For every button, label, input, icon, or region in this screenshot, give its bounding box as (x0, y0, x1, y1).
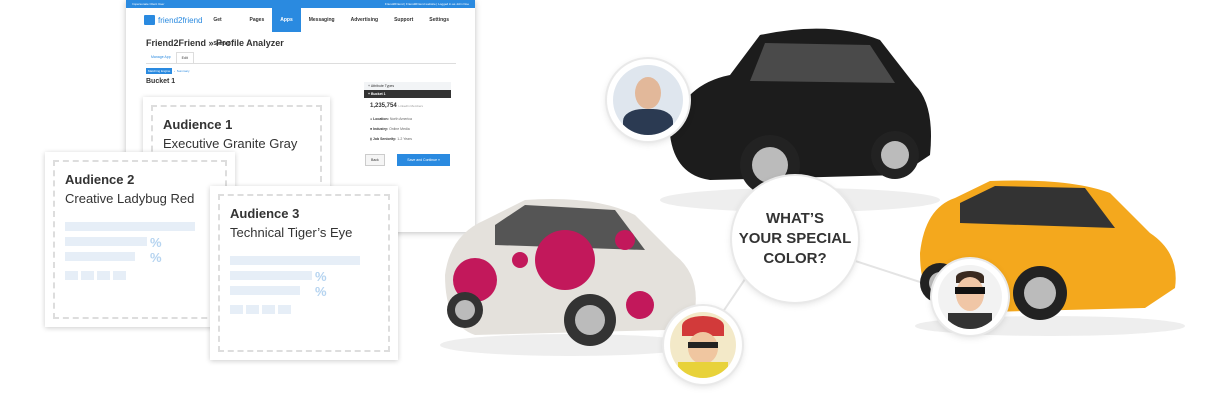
headline-line: WHAT’S (765, 210, 825, 227)
percent-label: % (315, 284, 327, 299)
audience-subtitle: Executive Granite Gray (163, 136, 298, 151)
businessman-avatar (607, 59, 689, 141)
back-button[interactable]: Back (365, 154, 385, 166)
crumb-matching-engine[interactable]: Matching Engine (146, 68, 173, 74)
crumb-summary[interactable]: Summary (177, 69, 190, 73)
breadcrumb: Matching Engine › Summary (146, 68, 190, 74)
percent-label: % (315, 269, 327, 284)
audience-card-2: Audience 2 Creative Ladybug Red % % (45, 152, 235, 327)
bucket-header[interactable]: + Bucket 1 (364, 90, 451, 98)
percent-label: % (150, 235, 162, 250)
location-row: ● Location: North America (370, 117, 413, 121)
technical-man-avatar (932, 259, 1008, 335)
top-bar: Impersonate Client User Friend2Friend | … (126, 0, 475, 8)
tabs: Manage App Edit (146, 52, 456, 64)
main-nav: friend2friend Get Started Pages Apps Mes… (126, 8, 475, 47)
attribute-types-header[interactable]: + Attribute Types (364, 82, 451, 90)
nav-support[interactable]: Support (386, 8, 421, 32)
save-continue-button[interactable]: Save and Continue » (397, 154, 450, 166)
seniority-row: ▮ Job Seniority: 1-2 Years (370, 137, 413, 141)
creative-woman-avatar (664, 306, 742, 384)
nav-settings[interactable]: Settings (421, 8, 457, 32)
audience-subtitle: Creative Ladybug Red (65, 191, 195, 206)
nav-get-started[interactable]: Get Started (205, 8, 241, 47)
attribute-panel: + Attribute Types + Bucket 1 1,235,754 L… (364, 82, 451, 166)
audience-title: Audience 3 (230, 206, 300, 221)
logo-text: friend2friend (158, 15, 203, 25)
special-color-badge: WHAT’S YOUR SPECIAL COLOR? (732, 176, 858, 302)
nav-advertising[interactable]: Advertising (343, 8, 387, 32)
audience-card-3: Audience 3 Technical Tiger’s Eye % % (210, 186, 398, 360)
member-count: 1,235,754 LinkedIn Members (370, 103, 424, 109)
cloud-logo-icon (144, 15, 155, 25)
page-title: Friend2Friend » Profile Analyzer (146, 38, 284, 48)
headline-line: YOUR SPECIAL (738, 230, 852, 247)
nav-messaging[interactable]: Messaging (301, 8, 343, 32)
account-links[interactable]: Friend2Friend | Friend2Friend website | … (385, 2, 469, 6)
industry-row: ■ Industry: Online Media (370, 127, 410, 131)
nav-pages[interactable]: Pages (242, 8, 273, 32)
tab-manage-app[interactable]: Manage App (146, 52, 176, 63)
headline-line: COLOR? (763, 250, 827, 267)
tab-edit[interactable]: Edit (175, 52, 194, 63)
audience-subtitle: Technical Tiger’s Eye (230, 225, 353, 240)
nav-apps[interactable]: Apps (272, 8, 301, 32)
audience-title: Audience 1 (163, 117, 233, 132)
logo[interactable]: friend2friend (144, 15, 205, 25)
impersonate-link[interactable]: Impersonate Client User (132, 2, 164, 6)
percent-label: % (150, 250, 162, 265)
audience-title: Audience 2 (65, 172, 135, 187)
